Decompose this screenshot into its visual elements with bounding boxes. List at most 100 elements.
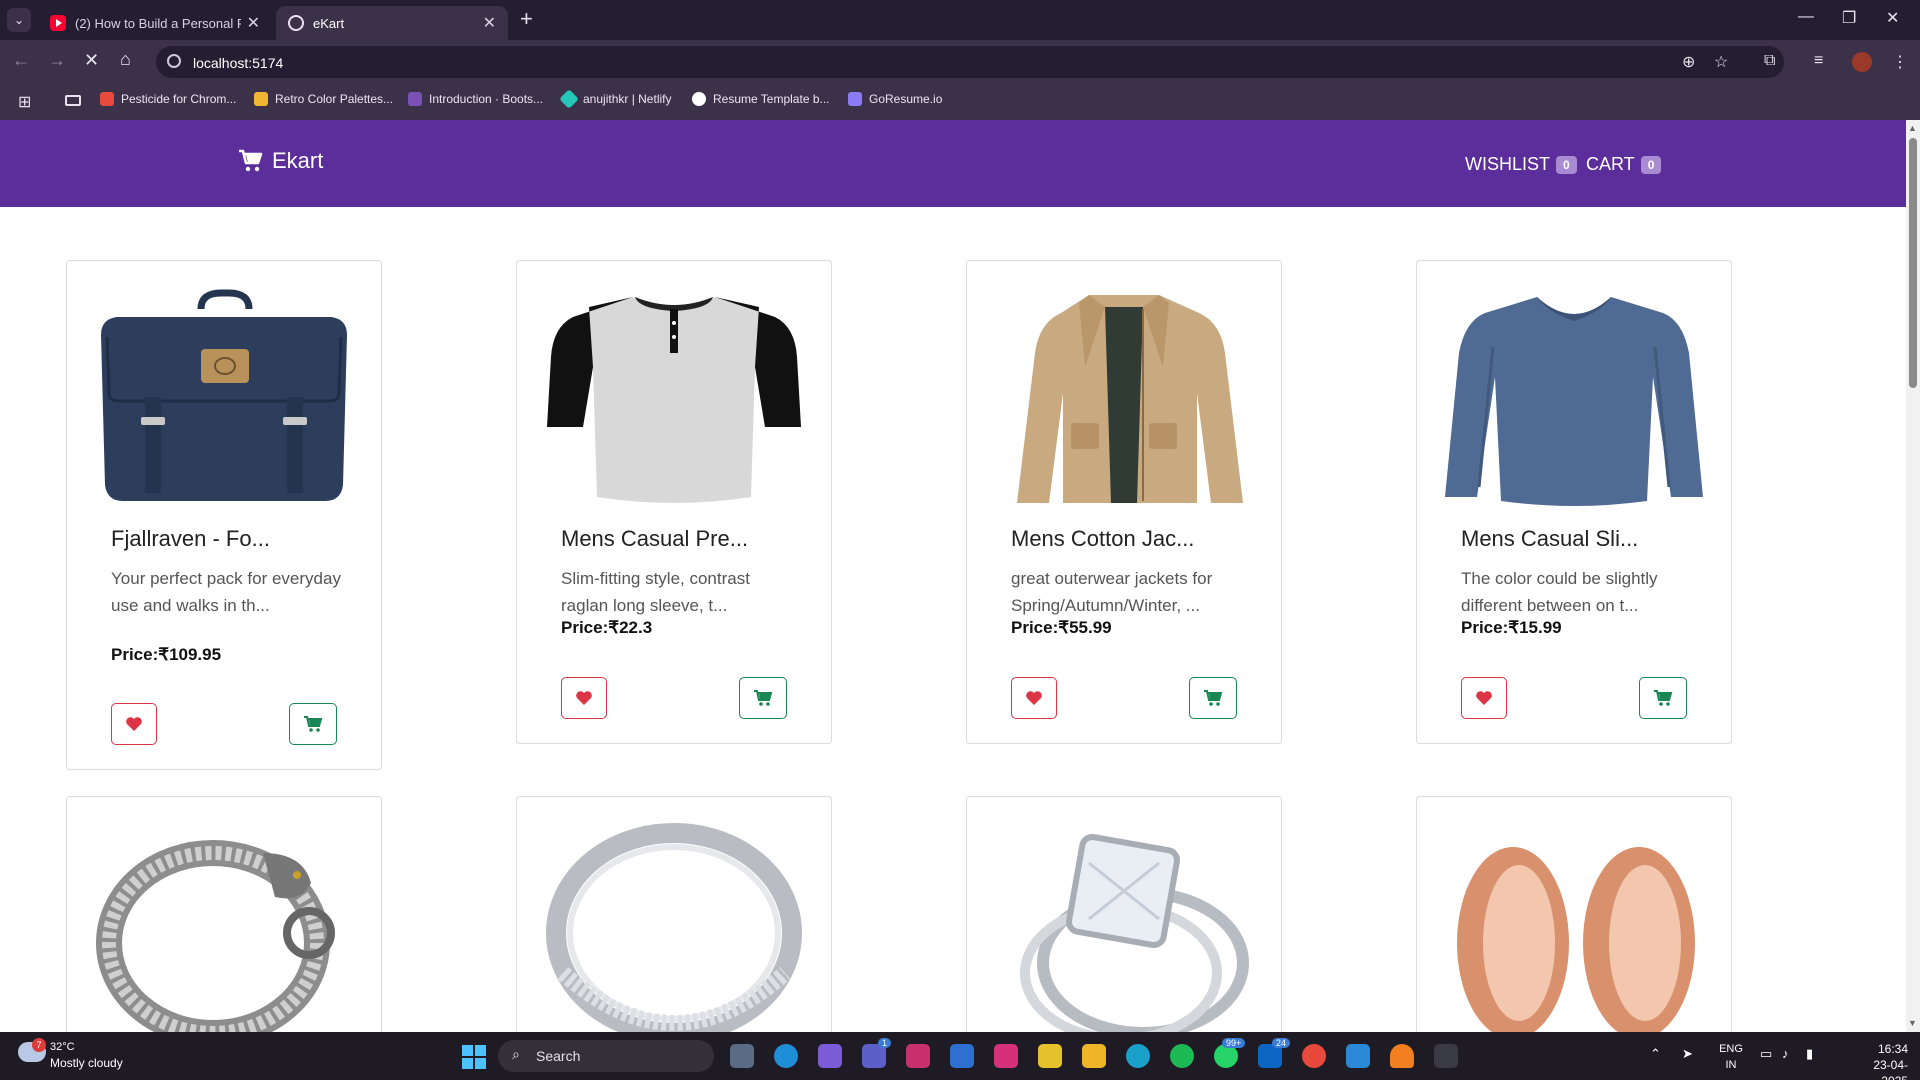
scroll-down-icon[interactable]: ▼ xyxy=(1908,1018,1917,1028)
bookmark-item[interactable]: Pesticide for Chrom... xyxy=(100,92,236,106)
scroll-up-icon[interactable]: ▲ xyxy=(1908,123,1917,133)
copilot-icon[interactable] xyxy=(818,1044,842,1068)
cloudflare-icon[interactable] xyxy=(1390,1044,1414,1068)
loading-icon xyxy=(288,15,304,31)
close-tab-icon[interactable]: ✕ xyxy=(247,13,260,33)
close-window-icon[interactable]: ✕ xyxy=(1886,8,1899,28)
network-icon[interactable]: ▭ xyxy=(1760,1046,1772,1062)
add-to-cart-button[interactable] xyxy=(1189,677,1237,719)
product-image-dragon-bracelet xyxy=(96,840,335,1032)
home-icon[interactable]: ⌂ xyxy=(120,49,131,70)
page-scrollbar[interactable]: ▲ ▼ xyxy=(1906,120,1920,1032)
product-image-raglan-tshirt xyxy=(547,297,801,503)
product-card: Mens Cotton Jac... great outerwear jacke… xyxy=(966,260,1282,744)
file-explorer-icon[interactable] xyxy=(1082,1044,1106,1068)
edge-icon[interactable] xyxy=(774,1044,798,1068)
brand-link[interactable]: Ekart xyxy=(238,148,323,174)
tab-title: eKart xyxy=(313,15,345,31)
bookmark-favicon-icon xyxy=(848,92,862,106)
vscode-icon[interactable] xyxy=(1346,1044,1370,1068)
bookmark-label: Pesticide for Chrom... xyxy=(121,92,237,106)
restore-icon[interactable]: ❐ xyxy=(1842,8,1856,28)
canva-icon[interactable] xyxy=(1126,1044,1150,1068)
location-icon[interactable]: ➤ xyxy=(1682,1046,1693,1062)
spotify-icon[interactable] xyxy=(1170,1044,1194,1068)
media-control-icon[interactable]: ≡ xyxy=(1814,52,1823,70)
battery-icon[interactable]: ▮ xyxy=(1806,1046,1813,1062)
weather-alert-badge: 7 xyxy=(32,1038,46,1052)
address-url[interactable]: localhost:5174 xyxy=(193,55,283,71)
taskbar-search[interactable]: ⌕ Search xyxy=(498,1040,714,1072)
tab-search-button[interactable]: ⌄ xyxy=(7,8,31,32)
product-title[interactable]: Mens Casual Pre... xyxy=(561,526,748,552)
volume-icon[interactable]: ♪ xyxy=(1782,1046,1789,1061)
add-to-cart-button[interactable] xyxy=(1639,677,1687,719)
product-card: Fjallraven - Fo... Your perfect pack for… xyxy=(66,260,382,770)
browser-tab-bar: ⌄ (2) How to Build a Personal Por ✕ eKar… xyxy=(0,0,1920,40)
bookmark-item[interactable]: anujithkr | Netlify xyxy=(559,89,671,109)
bookmark-star-icon[interactable]: ☆ xyxy=(1714,52,1728,72)
product-title[interactable]: Fjallraven - Fo... xyxy=(111,526,270,552)
add-to-wishlist-button[interactable] xyxy=(561,677,607,719)
product-title[interactable]: Mens Cotton Jac... xyxy=(1011,526,1194,552)
show-hidden-icons-icon[interactable]: ⌃ xyxy=(1650,1046,1661,1062)
folder-icon[interactable] xyxy=(65,95,81,106)
cart-link[interactable]: CART 0 xyxy=(1586,154,1662,175)
bookmark-label: Retro Color Palettes... xyxy=(275,92,394,106)
product-image-long-sleeve-tee xyxy=(1445,297,1703,506)
add-to-cart-button[interactable] xyxy=(739,677,787,719)
scroll-thumb[interactable] xyxy=(1909,138,1917,388)
cart-icon xyxy=(1204,690,1223,706)
tab-ekart[interactable]: eKart ✕ xyxy=(276,6,508,40)
cart-icon xyxy=(304,716,323,732)
add-to-cart-button[interactable] xyxy=(289,703,337,745)
bookmark-item[interactable]: Resume Template b... xyxy=(692,92,830,106)
product-card xyxy=(966,796,1282,1032)
close-tab-icon[interactable]: ✕ xyxy=(483,13,496,33)
clock-time: 16:34 xyxy=(1877,1042,1908,1056)
chrome-icon[interactable] xyxy=(1302,1044,1326,1068)
extensions-icon[interactable]: ⧉ xyxy=(1764,52,1775,70)
product-description: The color could be slightly different be… xyxy=(1461,569,1658,615)
add-to-wishlist-button[interactable] xyxy=(1461,677,1507,719)
back-icon[interactable]: ← xyxy=(12,50,30,71)
address-bar[interactable] xyxy=(156,46,1784,78)
product-card xyxy=(1416,796,1732,1032)
zoom-icon[interactable]: ⊕ xyxy=(1682,52,1695,72)
windows-logo-tile xyxy=(475,1045,486,1056)
terminal-icon[interactable] xyxy=(1434,1044,1458,1068)
forward-icon[interactable]: → xyxy=(48,50,66,71)
task-view-icon[interactable] xyxy=(730,1044,754,1068)
instagram-icon[interactable] xyxy=(994,1044,1018,1068)
profile-avatar[interactable] xyxy=(1852,52,1872,72)
new-tab-button[interactable]: + xyxy=(520,6,533,32)
media-player-icon[interactable] xyxy=(906,1044,930,1068)
cart-icon xyxy=(239,149,263,172)
site-info-icon[interactable] xyxy=(167,54,181,68)
store-icon[interactable] xyxy=(950,1044,974,1068)
notes-app-icon[interactable] xyxy=(1038,1044,1062,1068)
bookmark-item[interactable]: Retro Color Palettes... xyxy=(254,92,393,106)
product-card: Mens Casual Sli... The color could be sl… xyxy=(1416,260,1732,744)
add-to-wishlist-button[interactable] xyxy=(1011,677,1057,719)
product-title[interactable]: Mens Casual Sli... xyxy=(1461,526,1638,552)
start-button[interactable] xyxy=(462,1045,486,1069)
wishlist-link[interactable]: WISHLIST 0 xyxy=(1465,154,1577,175)
language-indicator[interactable]: ENG IN xyxy=(1716,1041,1746,1073)
minimize-icon[interactable]: — xyxy=(1798,8,1814,26)
bookmark-favicon-icon xyxy=(254,92,268,106)
teams-badge: 1 xyxy=(878,1038,892,1048)
cart-count-badge: 0 xyxy=(1640,155,1662,174)
stop-loading-icon[interactable]: ✕ xyxy=(84,50,99,71)
product-price: Price:₹15.99 xyxy=(1461,618,1562,637)
add-to-wishlist-button[interactable] xyxy=(111,703,157,745)
menu-icon[interactable]: ⋮ xyxy=(1892,52,1908,72)
tab-youtube[interactable]: (2) How to Build a Personal Por ✕ xyxy=(38,6,272,40)
taskbar-clock[interactable]: 16:34 23-04-2025 xyxy=(1858,1041,1908,1089)
bookmark-item[interactable]: Introduction · Boots... xyxy=(408,92,543,106)
apps-grid-icon[interactable]: ⊞ xyxy=(18,92,31,112)
bookmark-favicon-icon xyxy=(692,92,706,106)
windows-logo-tile xyxy=(475,1058,486,1069)
product-image-cotton-jacket xyxy=(1017,295,1243,503)
bookmark-item[interactable]: GoResume.io xyxy=(848,92,942,106)
